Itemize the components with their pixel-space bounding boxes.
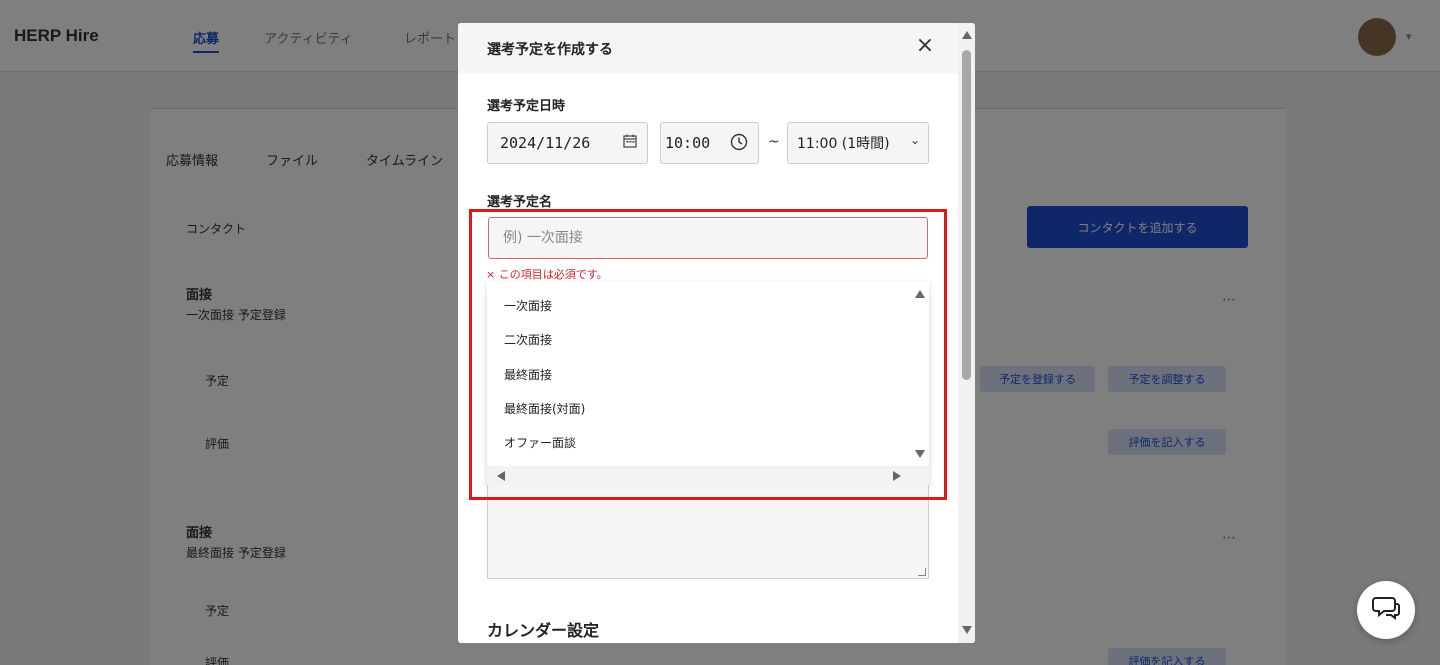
end-time-value: 11:00 (1時間) xyxy=(797,136,890,152)
scroll-down-icon[interactable] xyxy=(962,626,972,634)
scroll-up-icon[interactable] xyxy=(962,31,972,39)
calendar-settings-label: カレンダー設定 xyxy=(487,621,600,640)
highlight-annotation xyxy=(469,209,947,500)
close-icon[interactable]: × xyxy=(914,35,936,57)
modal-scrollbar[interactable] xyxy=(958,23,975,643)
clock-icon[interactable] xyxy=(730,133,748,155)
end-time-select[interactable]: 11:00 (1時間) ⌄ xyxy=(787,122,929,164)
date-value: 2024/11/26 xyxy=(500,134,591,152)
modal-title: 選考予定を作成する xyxy=(487,42,613,58)
date-input[interactable]: 2024/11/26 xyxy=(487,122,648,164)
datetime-label: 選考予定日時 xyxy=(487,99,566,114)
chat-icon xyxy=(1372,595,1400,625)
resize-handle-icon[interactable] xyxy=(918,568,926,576)
calendar-icon[interactable] xyxy=(623,134,637,152)
schedule-name-label: 選考予定名 xyxy=(487,195,553,210)
modal-header: 選考予定を作成する × xyxy=(458,23,958,73)
range-separator: ~ xyxy=(768,134,780,150)
chat-button[interactable] xyxy=(1357,581,1415,639)
chevron-down-icon: ⌄ xyxy=(909,133,920,147)
start-time-value: 10:00 xyxy=(665,134,711,152)
scroll-thumb[interactable] xyxy=(962,50,971,380)
start-time-input[interactable]: 10:00 xyxy=(660,122,759,164)
